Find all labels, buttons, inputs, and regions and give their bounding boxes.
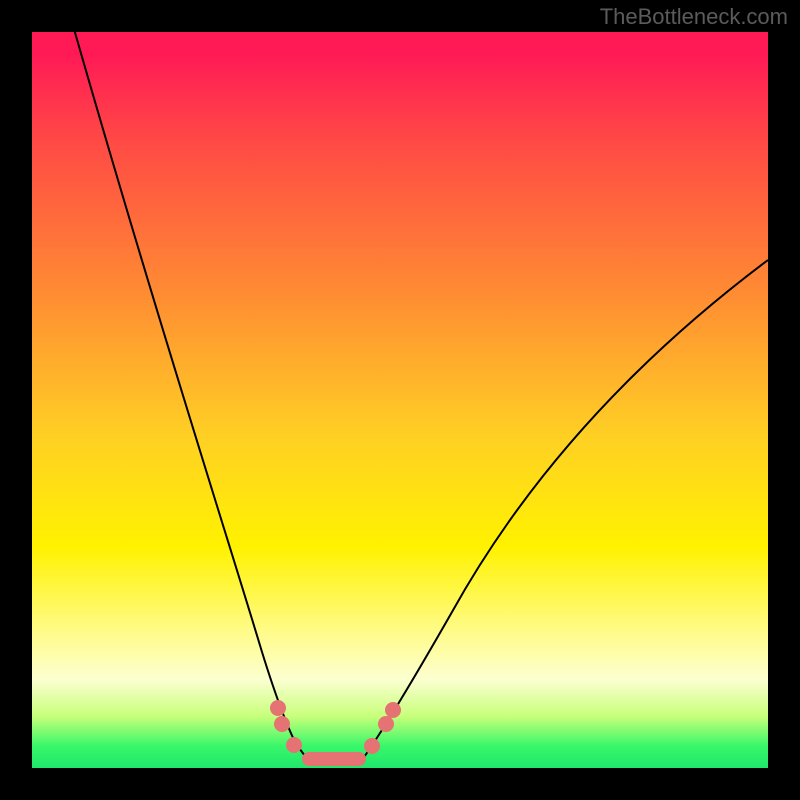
right-curve (362, 260, 768, 760)
watermark-text: TheBottleneck.com (600, 4, 788, 30)
right-dot-3 (385, 702, 401, 718)
bottleneck-plot (32, 32, 768, 768)
right-dot-2 (378, 716, 394, 732)
left-dot-3 (286, 737, 302, 753)
left-dot-1 (270, 700, 286, 716)
left-dot-2 (274, 716, 290, 732)
left-curve (72, 32, 308, 760)
right-dot-1 (364, 738, 380, 754)
chart-frame: TheBottleneck.com (0, 0, 800, 800)
bottleneck-curves (32, 32, 768, 768)
bottom-band (302, 752, 366, 766)
